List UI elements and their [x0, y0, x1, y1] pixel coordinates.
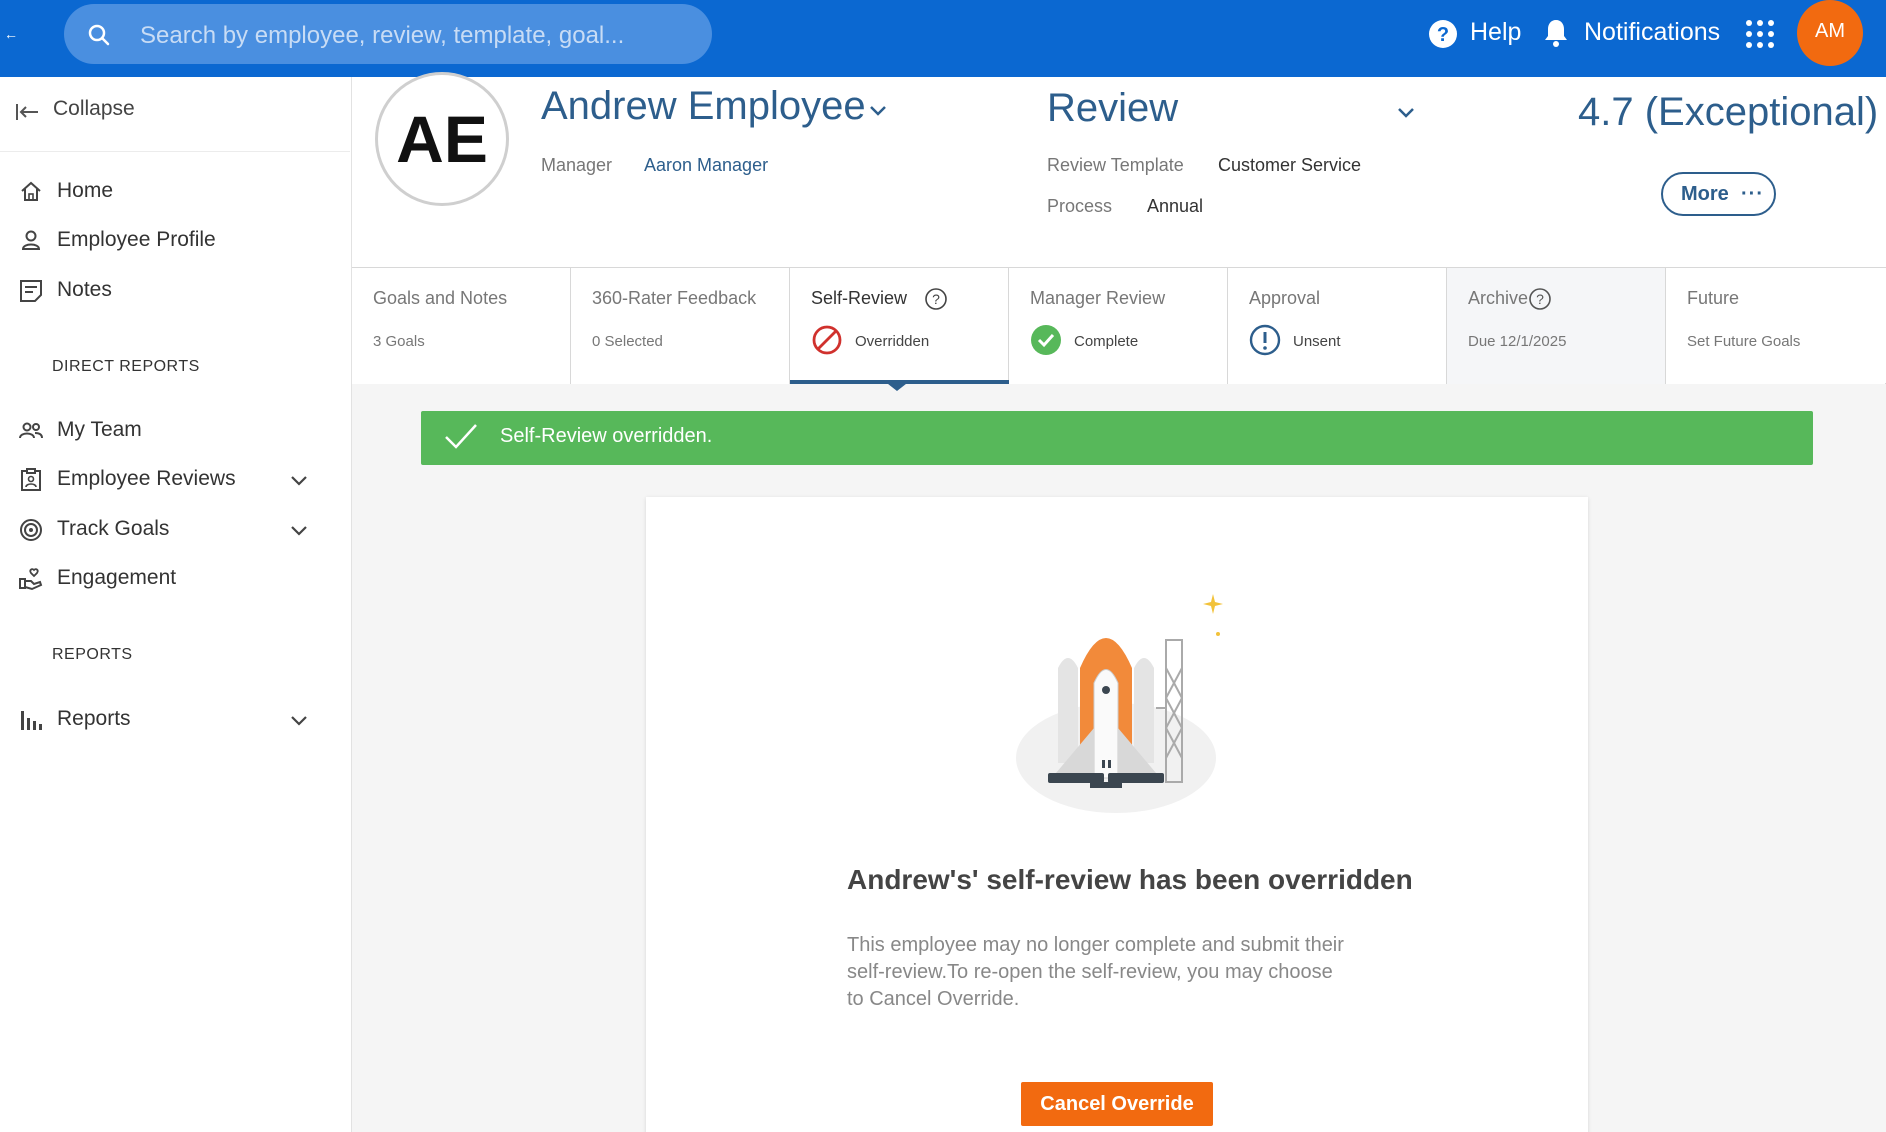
chevron-down-icon[interactable]	[288, 519, 310, 541]
bell-icon[interactable]	[1542, 18, 1570, 48]
success-alert: Self-Review overridden.	[421, 411, 1813, 465]
tab-subtitle: Complete	[1074, 333, 1139, 350]
engagement-icon	[19, 568, 43, 591]
app-grid-icon[interactable]	[1744, 18, 1776, 50]
back-arrow-icon[interactable]: ←	[4, 26, 18, 42]
collapse-icon	[16, 104, 38, 120]
sidebar-item-notes[interactable]: Notes	[0, 266, 350, 316]
notes-icon	[20, 280, 42, 302]
process-label: Process	[1047, 196, 1113, 216]
cancel-override-button[interactable]: Cancel Override	[1021, 1082, 1213, 1126]
tab-title: Self-Review	[811, 288, 908, 308]
sidebar-item-label: My Team	[57, 418, 142, 441]
active-tab-indicator	[883, 380, 911, 391]
process-value: Annual	[1147, 196, 1204, 216]
collapse-button[interactable]: Collapse	[0, 77, 350, 152]
tab-approval[interactable]: Approval Unsent	[1228, 268, 1447, 384]
tab-title: Future	[1687, 288, 1740, 308]
sidebar-item-label: Employee Profile	[57, 228, 216, 251]
notifications-link[interactable]: Notifications	[1584, 18, 1720, 47]
tab-360-rater-feedback[interactable]: 360-Rater Feedback 0 Selected	[571, 268, 790, 384]
card-description: This employee may no longer complete and…	[847, 934, 1344, 1010]
chevron-down-icon[interactable]	[866, 98, 890, 122]
question-circle-icon[interactable]: ?	[1528, 287, 1552, 311]
tab-subtitle: Set Future Goals	[1687, 333, 1801, 350]
section-direct-reports: DIRECT REPORTS	[52, 358, 200, 375]
top-bar: ← Search by employee, review, template, …	[0, 0, 1886, 77]
tab-self-review[interactable]: Self-Review ? Overridden	[790, 268, 1009, 385]
collapse-label: Collapse	[53, 97, 135, 120]
sidebar-item-label: Engagement	[57, 566, 177, 589]
tab-subtitle: Due 12/1/2025	[1468, 333, 1567, 350]
sidebar-item-reports[interactable]: Reports	[0, 695, 350, 745]
person-icon	[21, 230, 41, 250]
help-icon[interactable]: ?	[1428, 19, 1458, 49]
search-icon	[88, 24, 110, 46]
review-template-label: Review Template	[1047, 155, 1184, 175]
overall-score: 4.7 (Exceptional)	[1578, 90, 1879, 134]
sidebar-item-label: Employee Reviews	[57, 467, 236, 490]
review-template-value: Customer Service	[1218, 155, 1362, 175]
sidebar-item-employee-reviews[interactable]: Employee Reviews	[0, 455, 350, 505]
tab-title: Manager Review	[1030, 288, 1166, 308]
home-icon	[21, 181, 41, 201]
tab-title: Archive	[1468, 288, 1529, 308]
more-label: More	[1681, 183, 1729, 205]
overridden-icon	[812, 325, 842, 355]
sidebar-item-home[interactable]: Home	[0, 167, 350, 217]
tab-subtitle: Overridden	[855, 333, 930, 350]
tab-title: Approval	[1249, 288, 1321, 308]
card-title: Andrew's' self-review has been overridde…	[847, 864, 1413, 895]
team-icon	[19, 422, 43, 439]
target-icon	[20, 519, 42, 541]
tab-archive[interactable]: Archive ? Due 12/1/2025	[1447, 268, 1666, 384]
section-reports: REPORTS	[52, 646, 133, 663]
checkmark-icon	[445, 424, 477, 449]
employee-name[interactable]: Andrew Employee	[541, 84, 866, 129]
review-tabs: Goals and Notes 3 Goals 360-Rater Feedba…	[352, 267, 1886, 385]
review-dropdown-chevron-icon[interactable]	[1394, 100, 1418, 124]
svg-text:?: ?	[1536, 291, 1544, 307]
sidebar-item-track-goals[interactable]: Track Goals	[0, 505, 350, 555]
exclamation-circle-icon	[1249, 324, 1281, 356]
tab-manager-review[interactable]: Manager Review Complete	[1009, 268, 1228, 384]
more-dots-icon: ···	[1741, 183, 1764, 205]
chevron-down-icon[interactable]	[288, 469, 310, 491]
user-avatar[interactable]: AM	[1797, 0, 1863, 66]
tab-title: Goals and Notes	[373, 288, 508, 308]
manager-link[interactable]: Aaron Manager	[644, 155, 768, 176]
sidebar-item-employee-profile[interactable]: Employee Profile	[0, 216, 350, 266]
tab-subtitle: 0 Selected	[592, 333, 663, 350]
check-circle-icon	[1031, 325, 1061, 355]
clipboard-icon	[21, 468, 41, 491]
sidebar: Collapse Home Employee Profile Notes DIR…	[0, 77, 352, 1132]
tab-future[interactable]: Future Set Future Goals	[1666, 268, 1885, 384]
sidebar-item-label: Reports	[57, 707, 131, 730]
review-title: Review	[1047, 86, 1179, 130]
search-input[interactable]: Search by employee, review, template, go…	[64, 4, 712, 64]
rocket-illustration	[1016, 594, 1223, 813]
sidebar-item-label: Track Goals	[57, 517, 170, 540]
employee-avatar: AE	[375, 72, 509, 206]
sidebar-item-engagement[interactable]: Engagement	[0, 554, 350, 604]
tab-subtitle: 3 Goals	[373, 333, 425, 350]
sidebar-item-my-team[interactable]: My Team	[0, 406, 350, 456]
more-button[interactable]: More ···	[1661, 172, 1776, 216]
chevron-down-icon[interactable]	[288, 709, 310, 731]
sidebar-item-label: Home	[57, 179, 114, 202]
sidebar-item-label: Notes	[57, 278, 112, 301]
search-placeholder: Search by employee, review, template, go…	[140, 22, 625, 49]
bar-chart-icon	[21, 711, 42, 730]
tab-subtitle: Unsent	[1293, 333, 1341, 350]
manager-label: Manager	[541, 155, 613, 175]
svg-text:?: ?	[932, 291, 940, 307]
help-link[interactable]: Help	[1470, 18, 1521, 47]
svg-text:?: ?	[1437, 24, 1449, 46]
tab-goals-and-notes[interactable]: Goals and Notes 3 Goals	[352, 268, 571, 384]
question-circle-icon[interactable]: ?	[924, 287, 948, 311]
alert-message: Self-Review overridden.	[500, 425, 713, 447]
tab-title: 360-Rater Feedback	[592, 288, 757, 308]
